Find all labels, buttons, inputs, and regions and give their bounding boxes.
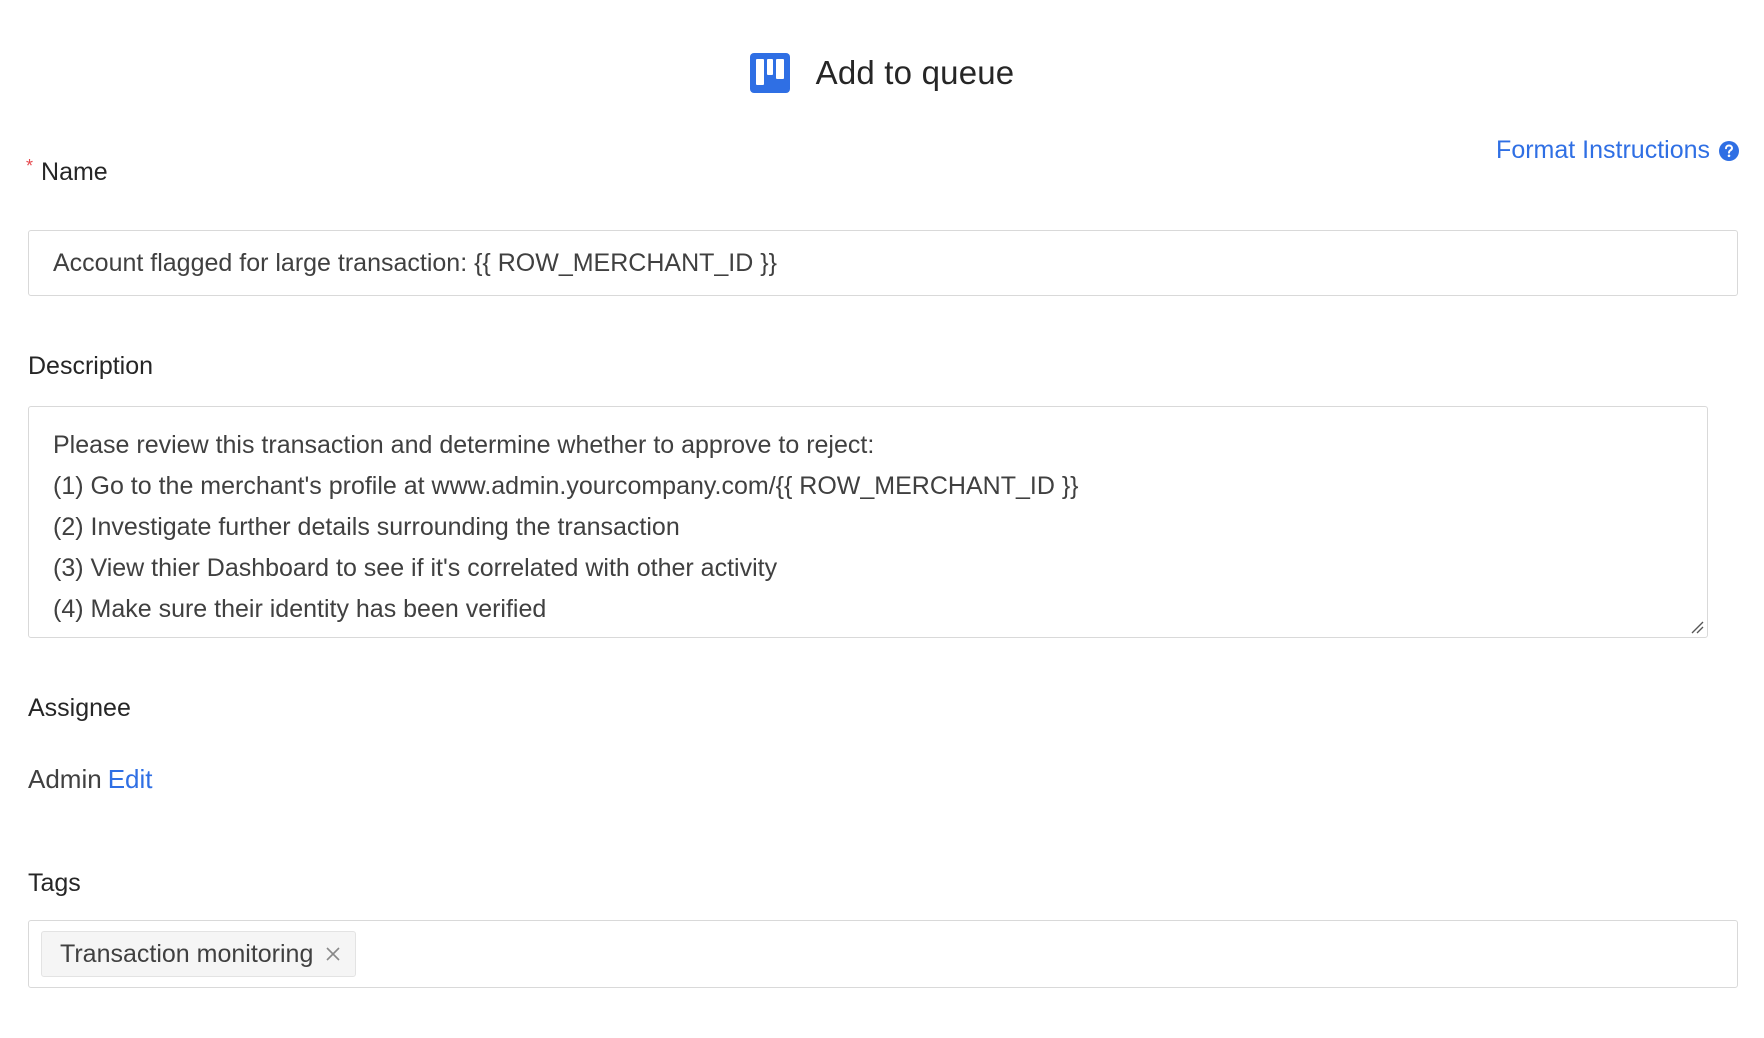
description-textarea[interactable]: Please review this transaction and deter… — [28, 406, 1708, 638]
assignee-row: Admin Edit — [28, 764, 153, 795]
name-input-value[interactable]: Account flagged for large transaction: {… — [53, 249, 777, 278]
page-title: Add to queue — [815, 54, 1015, 91]
description-label: Description — [28, 352, 154, 380]
required-marker: * — [26, 156, 34, 176]
description-line: Please review this transaction and deter… — [53, 431, 875, 459]
format-instructions-link[interactable]: Format Instructions — [1496, 136, 1740, 165]
description-line: (1) Go to the merchant's profile at www.… — [53, 472, 1079, 500]
description-line: (4) Make sure their identity has been ve… — [53, 595, 547, 623]
assignee-label: Assignee — [28, 694, 131, 722]
form-header: Add to queue — [0, 50, 1764, 96]
name-label-text: Name — [41, 158, 108, 186]
name-label: * Name — [26, 156, 108, 187]
board-icon — [749, 53, 790, 93]
question-circle-icon[interactable] — [1718, 140, 1740, 162]
assignee-value: Admin — [28, 764, 102, 794]
assignee-edit-link[interactable]: Edit — [108, 764, 153, 794]
resize-handle-icon[interactable] — [1690, 620, 1704, 634]
tag-chip: Transaction monitoring — [41, 931, 357, 977]
format-instructions-label[interactable]: Format Instructions — [1496, 136, 1710, 165]
tags-select[interactable]: Transaction monitoring — [28, 920, 1738, 988]
close-icon[interactable] — [325, 946, 341, 962]
name-input[interactable]: Account flagged for large transaction: {… — [28, 230, 1738, 296]
description-line: (2) Investigate further details surround… — [53, 513, 680, 541]
add-to-queue-form: Add to queue Format Instructions * Name A… — [0, 0, 1764, 1038]
tags-label: Tags — [28, 869, 81, 897]
tag-label: Transaction monitoring — [60, 939, 314, 968]
description-line: (3) View thier Dashboard to see if it's … — [53, 554, 778, 582]
